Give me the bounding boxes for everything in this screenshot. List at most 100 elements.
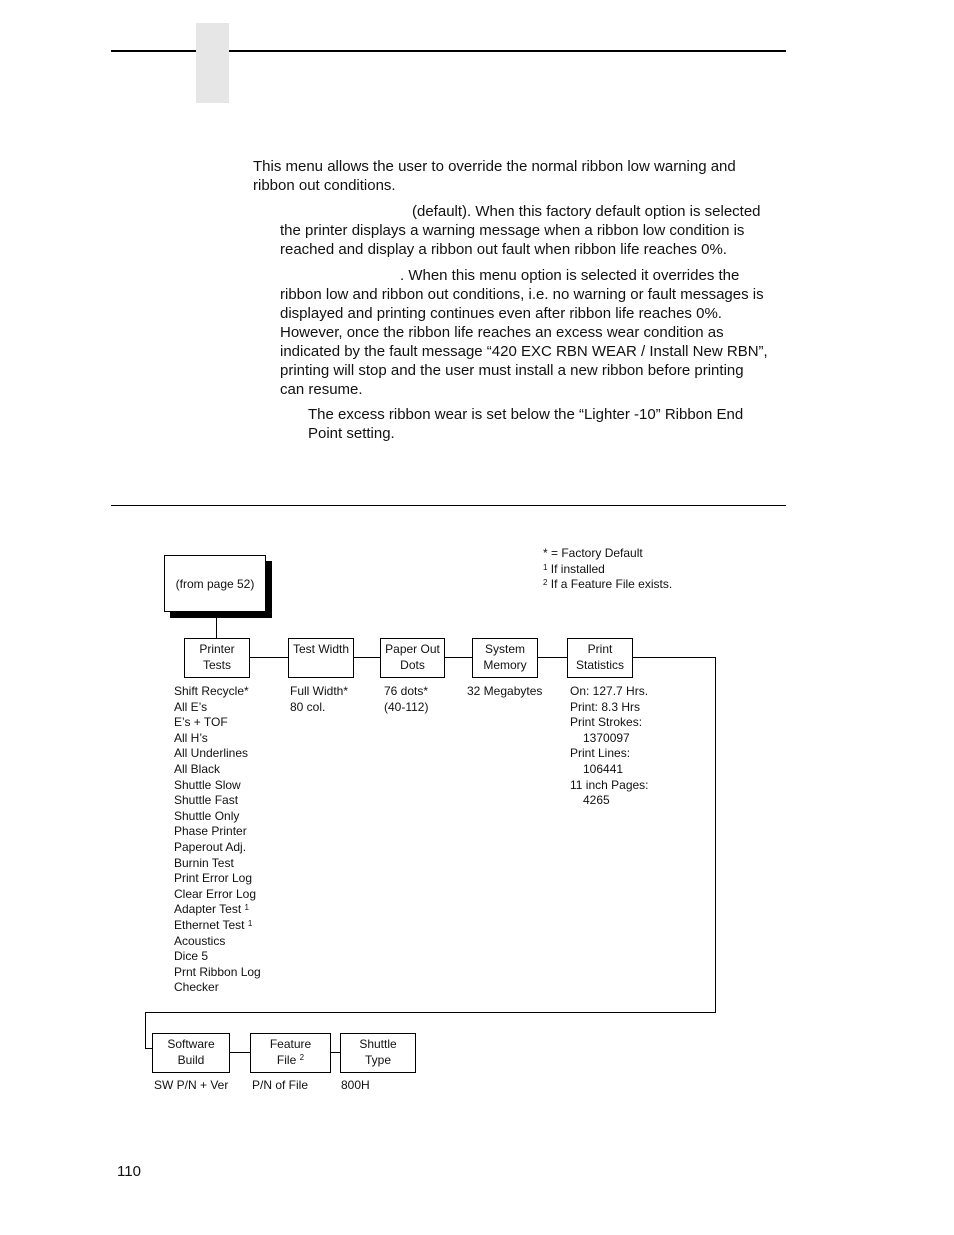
connector [229,1052,250,1053]
superscript: 2 [543,578,548,587]
text-line: (default). When this factory default opt… [412,203,761,220]
box-label: Type [364,1053,391,1067]
option-item: Print Error Log [174,871,253,886]
option-override-description: . When this menu option is selected it o… [280,266,768,399]
legend-factory-default: * = Factory Default [543,546,643,560]
entry-box-label: (from page 52) [175,577,255,591]
box-label: Tests [202,658,231,672]
box-label-text: File [276,1053,297,1067]
option-item: Phase Printer [174,824,247,839]
connector [145,1012,716,1013]
legend: * = Factory Default 1 If installed 2 If … [543,546,672,593]
option-item: Shuttle Slow [174,777,241,792]
print-statistics-values: On: 127.7 Hrs. Print: 8.3 Hrs Print Stroke… [570,684,649,809]
superscript: 1 [543,562,548,572]
box-label: Shuttle [359,1037,397,1051]
text-line: The excess ribbon wear is set below the … [308,406,744,423]
text-line: . When this menu option is selected it o… [400,267,740,284]
option-item: All H’s [174,730,208,745]
superscript: 2 [299,1053,305,1062]
intro-line: This menu allows the user to override th… [253,158,736,175]
box-label: Software [167,1037,215,1051]
option-item: Prnt Ribbon Log [174,964,261,979]
box-label: System [484,642,525,656]
option-item: Full Width* [290,684,349,698]
menu-box-test-width: Test Width [288,638,354,678]
option-item: Burnin Test [174,855,234,870]
box-label: Print [587,642,613,656]
option-item: 80 col. [290,699,326,714]
option-item: SW P/N + Ver [154,1078,229,1092]
option-item: Print: 8.3 Hrs [570,699,641,714]
legend-text: If installed [550,561,605,576]
option-item: Acoustics [174,933,226,948]
chapter-tab [196,23,229,103]
option-item: 76 dots* [384,684,429,698]
connector [145,1012,146,1049]
option-text: Adapter Test [174,902,242,917]
option-item: All E’s [174,699,208,714]
option-item: (40-112) [384,699,429,714]
option-item: 11 inch Pages: [570,777,649,792]
box-label: Memory [483,658,527,672]
option-item: 1370097 [583,730,630,745]
superscript: 1 [247,918,253,928]
option-text: Ethernet Test [174,917,245,932]
text-line: Point setting. [308,425,395,442]
note-text: The excess ribbon wear is set below the … [308,405,743,443]
software-build-value: SW P/N + Ver [154,1078,228,1094]
option-item: Print Lines: [570,746,631,761]
connector [632,657,716,658]
shuttle-type-value: 800H [341,1078,370,1094]
option-item: 800H [341,1078,370,1092]
test-width-options: Full Width* 80 col. [290,684,348,715]
box-label: Test Width [292,642,349,656]
text-line: indicated by the fault message “420 EXC … [280,343,768,360]
text-line: printing will stop and the user must ins… [280,362,744,379]
option-item: All Black [174,761,221,776]
box-label: Build [177,1053,205,1067]
text-line: can resume. [280,381,363,398]
option-item: Ethernet Test 1 [174,918,261,934]
box-label: File 2 [251,1052,330,1068]
connector [145,1048,152,1049]
option-item: 4265 [583,793,610,808]
page-number: 110 [117,1163,141,1180]
option-item: 106441 [583,761,624,776]
option-item: Dice 5 [174,949,209,964]
connector [249,657,288,658]
option-item: 32 Megabytes [467,684,543,698]
box-label: Printer [199,642,235,656]
box-label: Dots [400,658,425,672]
text-line: reached and display a ribbon out fault w… [280,241,727,258]
option-item: Print Strokes: [570,715,643,730]
option-default-description: (default). When this factory default opt… [280,202,761,259]
connector [444,657,472,658]
text-line: However, once the ribbon life reaches an… [280,324,724,341]
text-line: displayed and printing continues even af… [280,305,722,322]
option-item: On: 127.7 Hrs. [570,684,649,698]
connector [715,657,716,1013]
menu-box-system-memory: System Memory [472,638,538,678]
superscript: 1 [244,903,249,913]
legend-note-2: 2 If a Feature File exists. [543,577,672,593]
box-label: Feature [269,1037,312,1051]
text-line: ribbon low and ribbon out conditions, i.… [280,286,764,303]
section-rule [111,505,786,506]
system-memory-options: 32 Megabytes [467,684,542,700]
feature-file-value: P/N of File [252,1078,308,1094]
menu-box-feature-file: Feature File 2 [250,1033,331,1073]
option-item: Clear Error Log [174,886,257,901]
menu-box-software-build: Software Build [152,1033,230,1073]
box-label: Paper Out [385,642,440,656]
option-item: Shuttle Only [174,808,240,823]
option-item: Adapter Test 1 [174,902,261,918]
connector [330,1052,340,1053]
paper-out-dots-options: 76 dots* (40-112) [384,684,428,715]
menu-box-print-statistics: Print Statistics [567,638,633,678]
legend-text: If a Feature File exists. [550,577,673,591]
entry-box: (from page 52) [164,555,266,612]
menu-box-paper-out-dots: Paper Out Dots [380,638,445,678]
option-item: Paperout Adj. [174,839,247,854]
printer-tests-options: Shift Recycle* All E’s E’s + TOF All H’s All… [174,684,261,996]
